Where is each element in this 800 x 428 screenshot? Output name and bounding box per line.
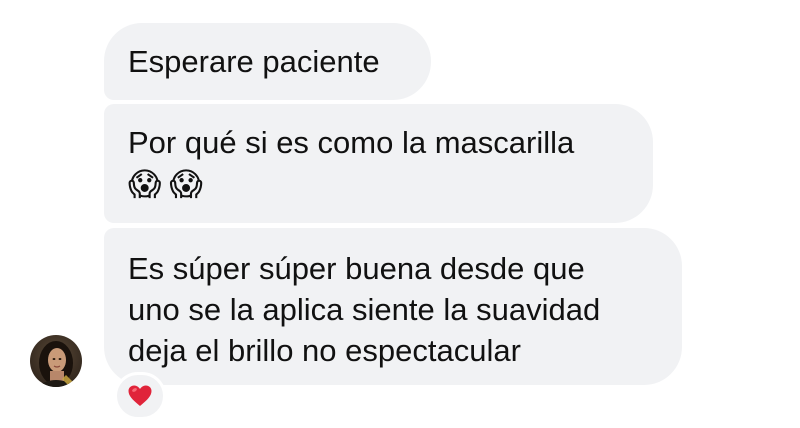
reaction-badge[interactable]	[114, 372, 166, 420]
message-text: deja el brillo no espectacular	[128, 333, 521, 368]
message-text: uno se la aplica siente la suavidad	[128, 292, 601, 327]
face-screaming-icon: 😱	[128, 165, 162, 203]
message-text: Esperare paciente	[128, 44, 380, 79]
avatar-photo	[30, 335, 82, 387]
emoji-row: 😱 😱	[128, 163, 629, 205]
chat-thread: Esperare paciente Por qué si es como la …	[0, 0, 800, 428]
message-text: Es súper súper buena desde que	[128, 251, 585, 286]
avatar[interactable]	[30, 335, 82, 387]
heart-icon	[128, 385, 152, 406]
message-text: Por qué si es como la mascarilla	[128, 125, 575, 160]
face-screaming-icon: 😱	[169, 165, 203, 203]
message-bubble[interactable]: Es súper súper buena desde que uno se la…	[104, 228, 682, 385]
message-bubble[interactable]: Esperare paciente	[104, 23, 431, 100]
message-bubble[interactable]: Por qué si es como la mascarilla 😱 😱	[104, 104, 653, 223]
